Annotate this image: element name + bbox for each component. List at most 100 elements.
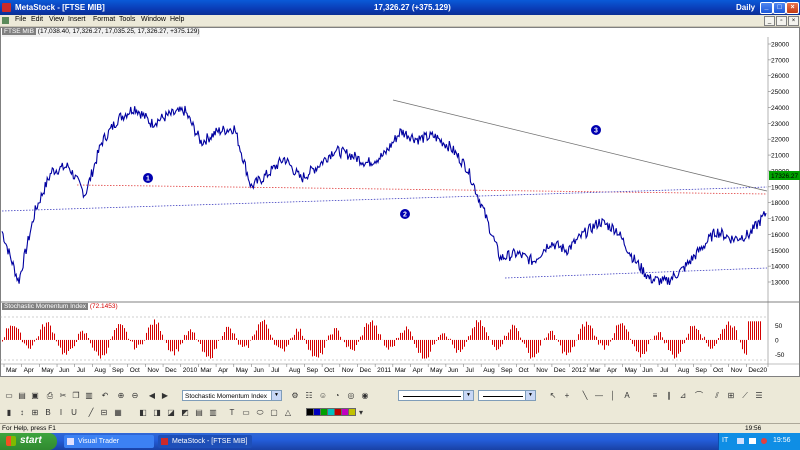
mdi-close-button[interactable]: × <box>788 16 799 26</box>
maximize-button[interactable]: □ <box>773 2 786 14</box>
print-icon[interactable]: ⎙ <box>45 391 55 401</box>
vertical-line-icon[interactable]: │ <box>608 391 618 401</box>
menu-edit[interactable]: Edit <box>31 16 43 23</box>
chevron-down-icon[interactable]: ▼ <box>463 391 473 400</box>
doc-icon[interactable] <box>2 17 9 24</box>
rectangle-icon[interactable]: ▭ <box>241 408 251 418</box>
zoom-out-icon[interactable]: ⊖ <box>130 391 140 401</box>
trendline-icon[interactable]: ╲ <box>580 391 590 401</box>
line-width-select[interactable]: ▼ <box>478 390 536 401</box>
triangle-icon[interactable]: △ <box>283 408 293 418</box>
oscillator-bar <box>660 332 661 340</box>
oscillator-bar <box>634 339 635 347</box>
start-button[interactable]: start <box>0 433 57 450</box>
oscillator-bar <box>526 339 527 348</box>
menu-window[interactable]: Window <box>141 16 166 23</box>
underline-icon[interactable]: U <box>69 408 79 418</box>
language-indicator[interactable]: IT <box>722 437 728 444</box>
copy-icon[interactable]: ❐ <box>71 391 81 401</box>
layout-6-icon[interactable]: ▥ <box>208 408 218 418</box>
color-yellow-swatch[interactable] <box>348 408 356 416</box>
draw-text-icon[interactable]: T <box>227 408 237 418</box>
chevron-down-icon[interactable]: ▼ <box>271 391 281 400</box>
app-icon[interactable] <box>2 3 11 12</box>
menu-view[interactable]: View <box>49 16 64 23</box>
oscillator-bar <box>60 339 61 348</box>
channel-icon[interactable]: ∥ <box>664 391 674 401</box>
draw-line-icon[interactable]: ╱ <box>86 408 96 418</box>
mdi-restore-button[interactable]: ▫ <box>776 16 787 26</box>
ellipse-icon[interactable]: ⬭ <box>255 408 265 418</box>
bar-chart-icon[interactable]: ▮ <box>4 408 14 418</box>
optimize-icon[interactable]: ◎ <box>346 391 356 401</box>
fibonacci-icon[interactable]: ≡ <box>650 391 660 401</box>
system-tester-icon[interactable]: ◔ <box>332 391 342 401</box>
antivirus-icon[interactable] <box>761 438 767 444</box>
oscillator-bar <box>162 334 163 340</box>
zoom-in-icon[interactable]: ⊕ <box>116 391 126 401</box>
open-icon[interactable]: ▤ <box>17 391 27 401</box>
explorer-icon[interactable]: ☷ <box>304 391 314 401</box>
menu-insert[interactable]: Insert <box>68 16 86 23</box>
layout-2-icon[interactable]: ◨ <box>152 408 162 418</box>
crosshair-icon[interactable]: + <box>562 391 572 401</box>
quadrant-icon[interactable]: ⊞ <box>726 391 736 401</box>
expert-icon[interactable]: ☺ <box>318 391 328 401</box>
layout-1-icon[interactable]: ◧ <box>138 408 148 418</box>
close-button[interactable]: × <box>786 2 799 14</box>
color-dropdown-icon[interactable]: ▾ <box>356 408 366 418</box>
menu-format[interactable]: Format <box>93 16 115 23</box>
oscillator-bar <box>204 339 205 353</box>
gann-icon[interactable]: ⊿ <box>678 391 688 401</box>
layout-3-icon[interactable]: ◪ <box>166 408 176 418</box>
horizontal-line-icon[interactable]: — <box>594 391 604 401</box>
bold-icon[interactable]: B <box>43 408 53 418</box>
minimize-button[interactable]: _ <box>760 2 773 14</box>
menu-help[interactable]: Help <box>170 16 184 23</box>
grid-icon[interactable]: ⊞ <box>30 408 40 418</box>
oscillator-bar <box>296 328 297 340</box>
time-tick-label: Mar <box>6 367 18 374</box>
line-style-select[interactable]: ▼ <box>398 390 474 401</box>
italic-icon[interactable]: I <box>56 408 66 418</box>
task-metastock[interactable]: MetaStock - [FTSE MIB] <box>158 435 252 448</box>
ruler-icon[interactable]: ⊟ <box>99 408 109 418</box>
mdi-minimize-button[interactable]: _ <box>764 16 775 26</box>
chart-svg[interactable]: 28000 27000 26000 25000 24000 23000 22000 21000… <box>0 37 800 377</box>
support-line-red <box>76 184 768 195</box>
oscillator-bar <box>450 338 451 340</box>
rounded-rect-icon[interactable]: ▢ <box>269 408 279 418</box>
indicator-select[interactable]: Stochastic Momentum Index ▼ <box>182 390 282 401</box>
volume-icon[interactable] <box>749 438 756 444</box>
task-visual-trader[interactable]: Visual Trader <box>64 435 154 448</box>
scroll-right-icon[interactable]: ▶ <box>160 391 170 401</box>
oscillator-bar <box>736 330 737 340</box>
save-icon[interactable]: ▣ <box>30 391 40 401</box>
undo-icon[interactable]: ↶ <box>100 391 110 401</box>
layout-4-icon[interactable]: ◩ <box>180 408 190 418</box>
oscillator-bar <box>720 333 721 340</box>
online-icon[interactable]: ◉ <box>360 391 370 401</box>
oscillator-bar <box>540 339 541 346</box>
oscillator-bar <box>748 321 749 340</box>
paste-icon[interactable]: ▥ <box>84 391 94 401</box>
tirone-icon[interactable]: ☰ <box>754 391 764 401</box>
cut-icon[interactable]: ✂ <box>58 391 68 401</box>
cycle-icon[interactable]: ⌒ <box>694 391 704 401</box>
align-icon[interactable]: ↕ <box>17 408 27 418</box>
layout-5-icon[interactable]: ▤ <box>194 408 204 418</box>
oscillator-bar <box>508 332 509 340</box>
new-icon[interactable]: ▭ <box>4 391 14 401</box>
menu-file[interactable]: File <box>15 16 26 23</box>
symbol-icon[interactable]: ▦ <box>113 408 123 418</box>
indicator-builder-icon[interactable]: ⚙ <box>290 391 300 401</box>
regression-icon[interactable]: ⟋ <box>740 391 750 401</box>
network-icon[interactable] <box>737 438 744 444</box>
scroll-left-icon[interactable]: ◀ <box>147 391 157 401</box>
marker-3: 3 <box>591 125 601 135</box>
chevron-down-icon[interactable]: ▼ <box>525 391 535 400</box>
menu-tools[interactable]: Tools <box>119 16 135 23</box>
speed-lines-icon[interactable]: ⫽ <box>712 391 722 401</box>
text-icon[interactable]: A <box>622 391 632 401</box>
pointer-icon[interactable]: ↖ <box>548 391 558 401</box>
